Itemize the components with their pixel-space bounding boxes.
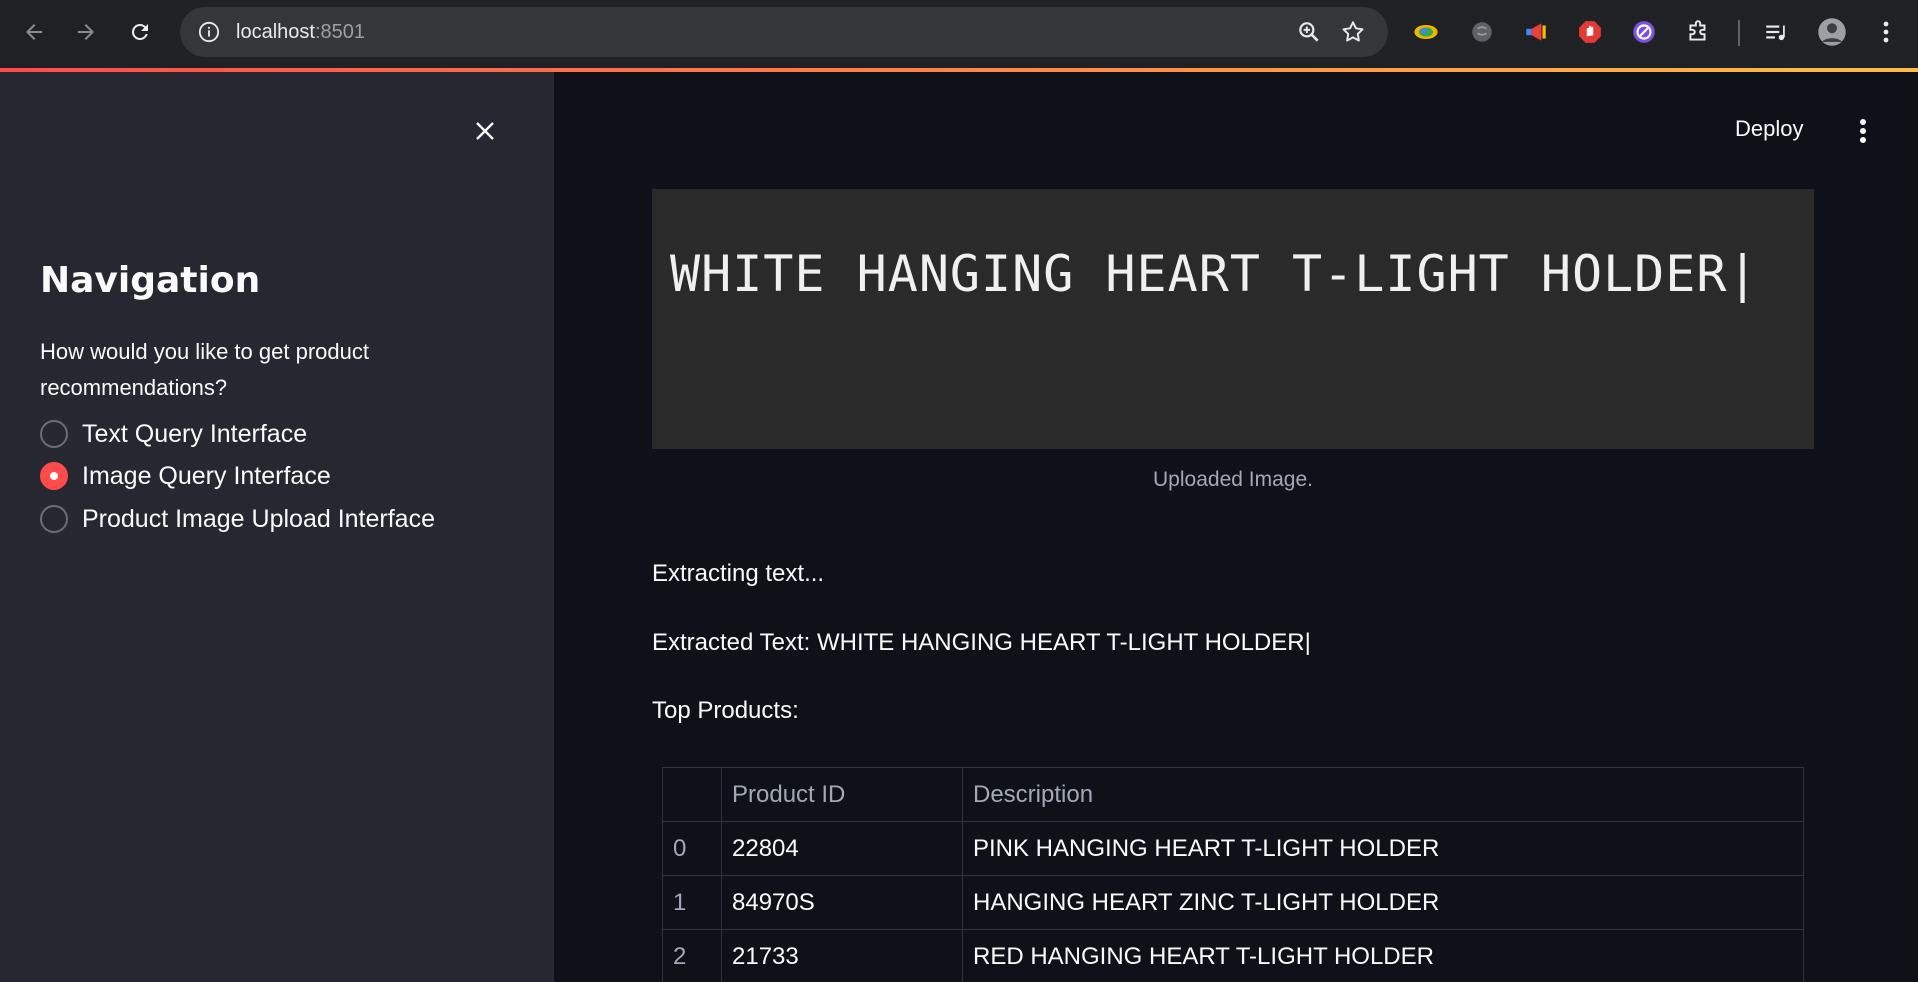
main-content: Deploy WHITE HANGING HEART T-LIGHT HOLDE… <box>554 72 1918 982</box>
extracted-text: Extracted Text: WHITE HANGING HEART T-LI… <box>652 629 1311 656</box>
image-caption: Uploaded Image. <box>1153 468 1313 491</box>
zoom-icon[interactable] <box>1296 19 1322 45</box>
main-menu-button[interactable] <box>1850 116 1876 146</box>
media-control-icon[interactable] <box>1760 16 1792 48</box>
browser-toolbar: localhost:8501 <box>0 0 1918 68</box>
table-header-row: Product ID Description <box>662 767 1804 822</box>
reload-icon <box>131 23 148 40</box>
product-id-cell: 84970S <box>721 875 963 930</box>
site-info-icon[interactable] <box>198 21 220 43</box>
menu-dot <box>1860 128 1866 134</box>
url-port: :8501 <box>314 21 365 43</box>
description-cell: PINK HANGING HEART T-LIGHT HOLDER <box>962 821 1804 876</box>
menu-dot <box>1860 119 1866 125</box>
radio-button[interactable] <box>40 420 68 448</box>
chrome-menu-button[interactable] <box>1870 16 1902 48</box>
sidebar-title: Navigation <box>40 260 261 301</box>
url-host: localhost <box>236 21 315 43</box>
extension-globe-icon[interactable] <box>1410 16 1442 48</box>
close-icon <box>476 122 494 140</box>
radio-button-selected[interactable] <box>40 462 68 490</box>
address-bar[interactable]: localhost:8501 <box>180 7 1388 57</box>
table-row[interactable]: 1 84970S HANGING HEART ZINC T-LIGHT HOLD… <box>662 875 1804 930</box>
back-button[interactable] <box>16 14 52 50</box>
sidebar: Navigation How would you like to get pro… <box>0 72 554 982</box>
radio-option-label: Text Query Interface <box>82 419 308 448</box>
products-table[interactable]: Product ID Description 0 22804 PINK HANG… <box>662 767 1804 982</box>
uploaded-image: WHITE HANGING HEART T-LIGHT HOLDER| <box>652 189 1814 449</box>
sidebar-close-button[interactable] <box>468 114 502 148</box>
table-header-product-id[interactable]: Product ID <box>721 767 963 822</box>
radio-button[interactable] <box>40 505 68 533</box>
table-header-index[interactable] <box>662 767 722 822</box>
row-index: 1 <box>662 875 722 930</box>
deploy-button[interactable]: Deploy <box>1735 116 1803 142</box>
url-text[interactable]: localhost:8501 <box>236 21 365 44</box>
table-header-description[interactable]: Description <box>962 767 1804 822</box>
description-cell: HANGING HEART ZINC T-LIGHT HOLDER <box>962 875 1804 930</box>
description-cell: RED HANGING HEART T-LIGHT HOLDER <box>962 929 1804 982</box>
row-index: 2 <box>662 929 722 982</box>
radio-option-label: Product Image Upload Interface <box>82 504 435 533</box>
uploaded-image-text: WHITE HANGING HEART T-LIGHT HOLDER| <box>670 245 1759 303</box>
extension-adblock-icon[interactable] <box>1574 16 1606 48</box>
extension-blocker-icon[interactable] <box>1628 16 1660 48</box>
menu-dot <box>1860 137 1866 143</box>
extension-megaphone-icon[interactable] <box>1520 16 1552 48</box>
radio-option-image-query[interactable]: Image Query Interface <box>40 456 331 496</box>
radio-option-image-upload[interactable]: Product Image Upload Interface <box>40 499 435 539</box>
table-row[interactable]: 2 21733 RED HANGING HEART T-LIGHT HOLDER <box>662 929 1804 982</box>
bookmark-star-icon[interactable] <box>1340 19 1366 45</box>
forward-arrow-icon <box>78 24 94 40</box>
vertical-dots-icon <box>1883 21 1889 43</box>
radio-group-label: How would you like to get product recomm… <box>40 339 369 400</box>
profile-icon <box>1818 18 1846 46</box>
status-extracting: Extracting text... <box>652 560 825 587</box>
radio-option-text-query[interactable]: Text Query Interface <box>40 414 307 454</box>
extensions-puzzle-icon[interactable] <box>1682 16 1714 48</box>
table-row[interactable]: 0 22804 PINK HANGING HEART T-LIGHT HOLDE… <box>662 821 1804 876</box>
radio-option-label: Image Query Interface <box>82 461 331 490</box>
top-products-heading: Top Products: <box>652 697 799 724</box>
row-index: 0 <box>662 821 722 876</box>
forward-button[interactable] <box>68 14 104 50</box>
back-arrow-icon <box>26 24 42 40</box>
toolbar-divider <box>1738 20 1740 46</box>
extension-brain-icon[interactable] <box>1466 16 1498 48</box>
product-id-cell: 21733 <box>721 929 963 982</box>
profile-avatar[interactable] <box>1816 16 1848 48</box>
product-id-cell: 22804 <box>721 821 963 876</box>
reload-button[interactable] <box>122 14 158 50</box>
